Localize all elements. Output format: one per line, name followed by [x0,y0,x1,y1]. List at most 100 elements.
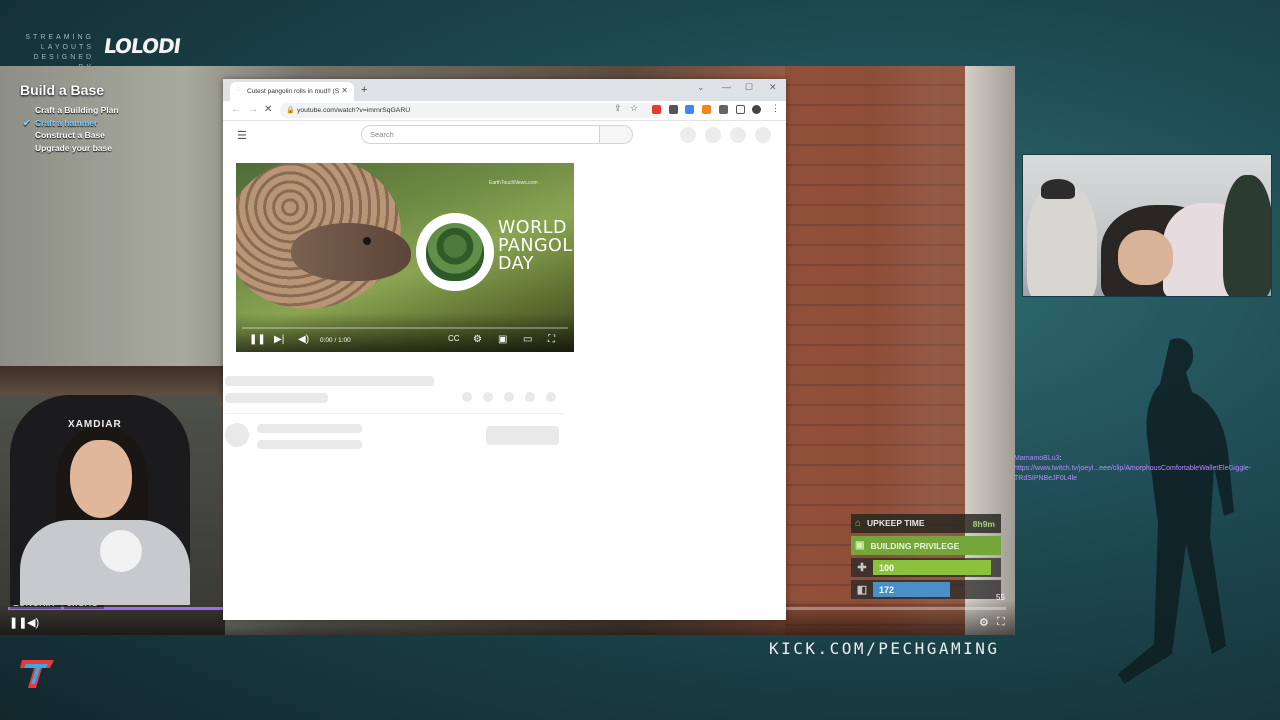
account-avatar[interactable] [755,127,771,143]
action-skeleton [525,392,535,402]
subscribe-skeleton [486,426,559,445]
miniplayer-icon[interactable]: ▣ [498,334,507,345]
browser-tab[interactable]: ◌ Cutest pangolin rolls in mud!! (S ✕ [230,82,354,101]
channel-skeleton [257,440,362,449]
face [1118,230,1173,285]
volume-icon[interactable]: ◀) [298,334,309,345]
next-icon[interactable]: ▶| [274,334,284,345]
quest-panel: Build a Base Craft a Building Plan ✔ Craf… [20,82,119,154]
lolodi-logo: LOLODI [102,34,182,58]
health-row: ✚ 100 [851,558,1001,577]
video-player[interactable]: EarthTouchNews.com WORLD PANGOLIN DAY ❚❚… [236,163,574,352]
quest-item: Upgrade your base [35,142,112,153]
chat-username: MamamoBLu3 [1014,455,1060,462]
chat-link[interactable]: https://www.twitch.tv/joeyl...eee/clip/A… [1014,464,1276,484]
action-skeleton [483,392,493,402]
pangolin-eye [363,237,371,245]
channel-skeleton [257,424,362,433]
privilege-row: ▣ BUILDING PRIVILEGE [851,536,1001,555]
status-hud: ⌂ UPKEEP TIME 8h9m ▣ BUILDING PRIVILEGE ✚… [851,514,1001,602]
fullscreen-icon[interactable]: ⛶ [997,616,1005,629]
food-track: 172 [873,582,1001,597]
side-chat: MamamoBLu3: https://www.twitch.tv/joeyl.… [1014,454,1276,484]
metamask-icon[interactable] [702,105,711,114]
loading-icon: ◌ [236,86,241,93]
team-logo-icon [20,660,54,688]
back-icon[interactable]: ← [231,104,241,115]
food-icon: ◧ [856,584,868,596]
health-icon: ✚ [857,562,867,574]
streamer-webcam: XAMDIAR [0,395,220,605]
search-input[interactable]: Search [361,125,600,144]
divider [225,413,565,414]
tab-title: Cutest pangolin rolls in mud!! (S [247,88,340,95]
hamburger-icon[interactable]: ☰ [237,129,247,142]
captions-icon[interactable]: CC [448,334,460,343]
video-time: 0:00 / 1:00 [320,337,351,344]
stop-icon[interactable]: ✕ [264,104,272,115]
kebab-menu-icon[interactable]: ⋮ [771,103,780,114]
star-icon[interactable]: ☆ [630,103,638,114]
apps-icon[interactable] [705,127,721,143]
new-tab-icon[interactable]: + [361,84,367,96]
bell-icon[interactable] [730,127,746,143]
action-skeleton [462,392,472,402]
volume-icon[interactable]: ◀) [27,616,39,629]
meta-skeleton [225,393,328,403]
person [1027,183,1097,296]
channel-avatar-skeleton [225,423,249,447]
minimize-icon[interactable]: — [722,82,731,92]
silhouette-graphic [1118,338,1234,684]
url-input[interactable]: 🔒 youtube.com/watch?v=imrnrSqGARU [280,103,663,118]
extension-icon[interactable] [669,105,678,114]
create-icon[interactable] [680,127,696,143]
forward-icon[interactable]: → [248,104,258,115]
streamer-face [70,440,132,518]
search-button[interactable] [600,125,633,144]
upkeep-row: ⌂ UPKEEP TIME 8h9m [851,514,1001,533]
upkeep-label: UPKEEP TIME [867,518,925,528]
extension-icon[interactable] [685,105,694,114]
puzzle-icon[interactable] [719,105,728,114]
privilege-label: BUILDING PRIVILEGE [870,540,960,551]
url-text: youtube.com/watch?v=imrnrSqGARU [297,107,411,114]
maximize-icon[interactable]: ☐ [745,82,753,93]
pangolin-head [291,223,411,281]
health-bar: 100 [873,560,991,575]
chat-message: MamamoBLu3: [1014,455,1062,462]
video-controls-gradient [236,313,574,352]
quest-item-active: ✔ Craft a hammer [23,117,98,128]
pause-icon[interactable]: ❚❚ [9,616,27,629]
upkeep-value: 8h9m [972,518,995,529]
title-skeleton [225,376,434,386]
browser-window[interactable]: ◌ Cutest pangolin rolls in mud!! (S ✕ + … [223,79,786,620]
settings-icon[interactable]: ⚙ [979,616,989,629]
quest-item: Craft a Building Plan [35,105,119,115]
viewer-count: 55 [996,593,1005,602]
credit-line-1: STREAMING [25,34,94,41]
video-source-label: EarthTouchNews.com [489,180,538,186]
close-tab-icon[interactable]: ✕ [341,86,348,95]
food-bar: 172 [873,582,950,597]
group-webcam [1022,154,1272,297]
world-pangolin-day-logo [416,213,494,291]
quest-title: Build a Base [20,82,105,98]
fullscreen-icon[interactable]: ⛶ [548,334,555,345]
kick-channel-url: KICK.COM/PECHGAMING [769,639,1000,658]
action-skeleton [504,392,514,402]
video-progress[interactable] [242,327,568,329]
settings-icon[interactable]: ⚙ [473,334,482,345]
chevron-down-icon[interactable]: ⌄ [697,82,705,93]
sidepanel-icon[interactable] [736,105,745,114]
cap [1041,179,1075,199]
quest-item: Construct a Base [35,130,105,140]
profile-avatar[interactable] [752,105,761,114]
extension-icon[interactable] [652,105,661,114]
theater-icon[interactable]: ▭ [523,334,532,345]
close-window-icon[interactable]: ✕ [769,82,777,93]
share-icon[interactable]: ⇪ [614,103,622,114]
food-row: ◧ 172 [851,580,1001,599]
video-title-graphic: WORLD PANGOLIN DAY [498,218,574,274]
pause-icon[interactable]: ❚❚ [249,334,266,345]
checkmark-icon: ✔ [23,117,31,128]
